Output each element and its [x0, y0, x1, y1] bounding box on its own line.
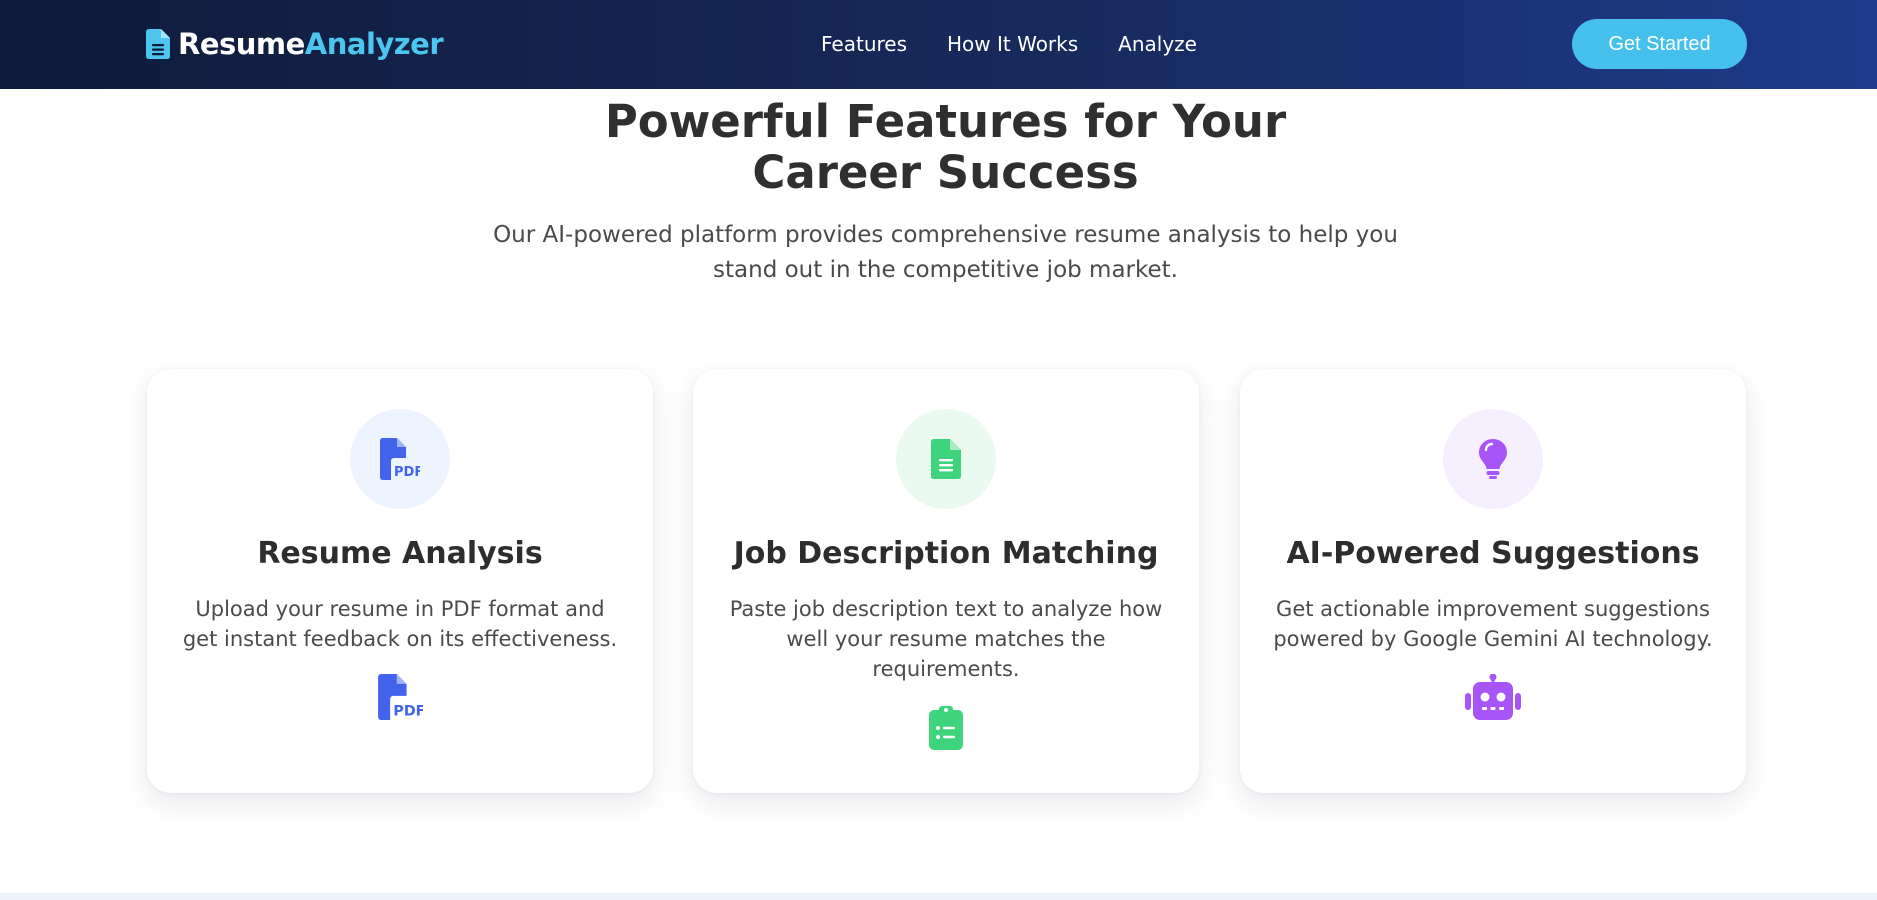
feature-icon-circle: [1443, 409, 1543, 509]
page-title: Powerful Features for Your Career Succes…: [604, 95, 1287, 199]
lightbulb-icon: [1479, 439, 1507, 479]
file-text-icon: [931, 439, 961, 479]
file-icon: [146, 29, 170, 59]
feature-card-job-matching: Job Description Matching Paste job descr…: [693, 369, 1199, 793]
nav-link-how-it-works[interactable]: How It Works: [947, 32, 1078, 56]
feature-card-bottom-icon: [693, 705, 1199, 750]
nav-link-analyze[interactable]: Analyze: [1118, 32, 1197, 56]
robot-icon: [1465, 674, 1521, 720]
file-pdf-icon: PDF: [380, 438, 420, 480]
page-subtitle: Our AI-powered platform provides compreh…: [493, 222, 1398, 283]
nav-link-features[interactable]: Features: [821, 32, 907, 56]
feature-icon-circle: PDF: [350, 409, 450, 509]
feature-card-description: Paste job description text to analyze ho…: [729, 597, 1163, 681]
brand-name-part2: Analyzer: [304, 27, 444, 61]
get-started-button[interactable]: Get Started: [1572, 19, 1747, 69]
feature-card-description: Upload your resume in PDF format and get…: [182, 597, 618, 651]
feature-card-bottom-icon: PDF: [147, 674, 653, 720]
navbar: ResumeAnalyzer Features How It Works Ana…: [0, 0, 1877, 89]
brand-logo[interactable]: ResumeAnalyzer: [146, 26, 444, 62]
feature-card-resume-analysis: PDF Resume Analysis Upload your resume i…: [147, 369, 653, 793]
svg-text:PDF: PDF: [393, 704, 423, 720]
brand-name-part1: Resume: [178, 27, 305, 61]
next-section-edge: [0, 893, 1877, 900]
nav-links: Features How It Works Analyze: [821, 30, 1197, 58]
feature-card-title: Resume Analysis: [257, 536, 543, 571]
clipboard-list-icon: [929, 706, 963, 750]
feature-icon-circle: [896, 409, 996, 509]
feature-card-ai-suggestions: AI-Powered Suggestions Get actionable im…: [1240, 369, 1746, 793]
brand-name: ResumeAnalyzer: [178, 27, 444, 61]
feature-card-description: Get actionable improvement suggestions p…: [1273, 597, 1713, 651]
svg-text:PDF: PDF: [394, 465, 420, 480]
file-pdf-icon: PDF: [378, 674, 423, 720]
feature-card-title: Job Description Matching: [733, 536, 1159, 571]
feature-card-title: AI-Powered Suggestions: [1286, 536, 1700, 571]
feature-card-bottom-icon: [1240, 674, 1746, 720]
